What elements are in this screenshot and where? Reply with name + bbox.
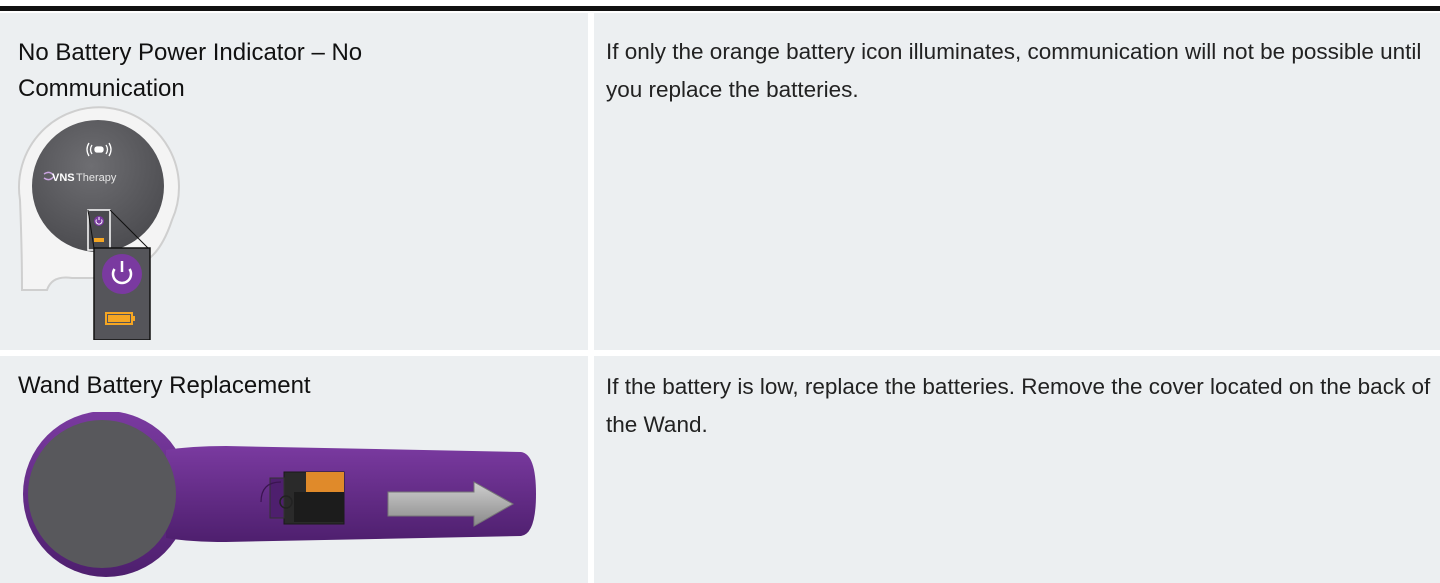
row-description: If only the orange battery icon illumina… [606,39,1422,102]
wand-battery-image [16,411,552,582]
wand-illustration [23,411,536,577]
battery-icon [306,472,344,492]
power-icon [102,254,142,294]
table-cell-row2-description: If the battery is low, replace the batte… [594,356,1440,583]
table-top-rule [0,6,1440,11]
table-cell-row1-description: If only the orange battery icon illumina… [594,13,1440,350]
row-title: No Battery Power Indicator – No Communic… [18,39,363,102]
table-cell-row2-label: Wand Battery Replacement [0,356,588,583]
indicator-zoom-panel [93,247,151,341]
battery-compartment [260,471,345,525]
logo-text-2: Therapy [76,172,117,184]
wand-indicator-image: VNS Therapy [12,100,192,345]
wand-indicator-illustration: VNS Therapy [18,106,180,341]
row-title: Wand Battery Replacement [18,372,311,399]
logo-text: VNS [52,172,75,184]
row-description: If the battery is low, replace the batte… [606,374,1431,437]
table-cell-row1-label: No Battery Power Indicator – No Communic… [0,13,588,350]
